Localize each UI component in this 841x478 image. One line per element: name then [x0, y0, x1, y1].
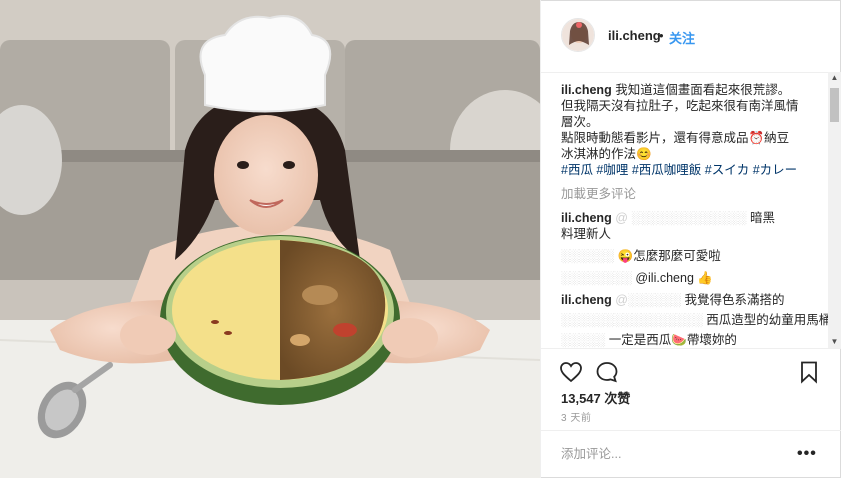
comment-3-blurred-user: ░░░░░░░░ [561, 271, 632, 285]
scrollbar-thumb[interactable] [830, 88, 839, 122]
post-image[interactable] [0, 0, 540, 478]
comment-5: ░░░░░ 一定是西瓜🍉帶壞妳的 [561, 332, 737, 348]
comment-3-text: @ili.cheng 👍 [635, 271, 713, 285]
more-options-icon[interactable]: ••• [797, 445, 817, 463]
header-separator: • [659, 28, 664, 43]
comments-section[interactable]: ili.cheng 我知道這個畫面看起來很荒謬。 但我隔天沒有拉肚子，吃起來很有… [541, 72, 841, 348]
add-comment-input[interactable] [561, 444, 781, 464]
comment-4-line-2-blurred: ░░░░░░░░░░░░░░░░ [561, 313, 703, 327]
comment-2-blurred-user: ░░░░░░ [561, 249, 615, 263]
comment-4-text: 我覺得色系滿搭的 [684, 293, 785, 307]
comment-5-blurred-user: ░░░░░ [561, 333, 606, 347]
comment-1-line-2: 料理新人 [561, 227, 612, 241]
bookmark-icon[interactable] [797, 360, 821, 384]
action-bar [541, 348, 841, 389]
comment-1: ili.cheng @ ░░░░░░░░░░░░░ 暗黑 [561, 210, 775, 226]
caption-line-5: 冰淇淋的作法😊 [561, 147, 652, 161]
heart-icon[interactable] [559, 360, 583, 384]
comment-4-username[interactable]: ili.cheng [561, 293, 612, 307]
comment-4: ili.cheng @░░░░░░ 我覺得色系滿搭的 [561, 292, 785, 308]
like-count[interactable]: 13,547 次赞 [561, 388, 630, 407]
add-comment-bar: ••• [541, 430, 841, 477]
scroll-down-icon[interactable]: ▼ [828, 336, 841, 348]
follow-button[interactable]: 关注 [669, 28, 695, 47]
caption-hashtags[interactable]: #西瓜 #咖哩 #西瓜咖哩飯 #スイカ #カレー [561, 162, 797, 178]
caption-line-1: ili.cheng 我知道這個畫面看起來很荒謬。 [561, 82, 790, 98]
avatar-image [562, 19, 594, 51]
scroll-up-icon[interactable]: ▲ [828, 72, 841, 84]
comment-5-text: 一定是西瓜🍉帶壞妳的 [608, 333, 737, 347]
caption-line-4: 點限時動態看影片，還有得意成品⏰納豆 [561, 131, 790, 145]
header-username[interactable]: ili.cheng [608, 28, 661, 43]
caption-line-2: 但我隔天沒有拉肚子，吃起來很有南洋風情 [561, 99, 799, 113]
comment-4-line-2-text: 西瓜造型的幼童用馬桶? [706, 313, 839, 327]
comment-2: ░░░░░░ 😜怎麼那麼可愛啦 [561, 248, 721, 264]
post-header: ili.cheng • 关注 [541, 0, 841, 73]
load-more-comments[interactable]: 加載更多评论 [561, 186, 636, 202]
post-sidebar: ili.cheng • 关注 ili.cheng 我知道這個畫面看起來很荒謬。 … [540, 0, 841, 478]
caption-username[interactable]: ili.cheng [561, 83, 612, 97]
caption-line-3: 層次。 [561, 115, 599, 129]
avatar[interactable] [561, 18, 595, 52]
post-photo-illustration [0, 0, 540, 478]
comment-1-blurred: @ ░░░░░░░░░░░░░ [615, 211, 747, 225]
comment-1-text: 暗黑 [749, 211, 775, 225]
comment-3: ░░░░░░░░ @ili.cheng 👍 [561, 270, 713, 286]
comment-1-username[interactable]: ili.cheng [561, 211, 612, 225]
comment-icon[interactable] [595, 360, 619, 384]
comment-4-blurred: @░░░░░░ [615, 293, 682, 307]
post-time[interactable]: 3 天前 [561, 409, 591, 424]
comment-4-line-2: ░░░░░░░░░░░░░░░░ 西瓜造型的幼童用馬桶? [561, 312, 838, 328]
caption-text-1: 我知道這個畫面看起來很荒謬。 [615, 83, 791, 97]
comments-scrollbar[interactable]: ▲ ▼ [828, 72, 841, 348]
comment-2-text: 😜怎麼那麼可愛啦 [617, 249, 721, 263]
